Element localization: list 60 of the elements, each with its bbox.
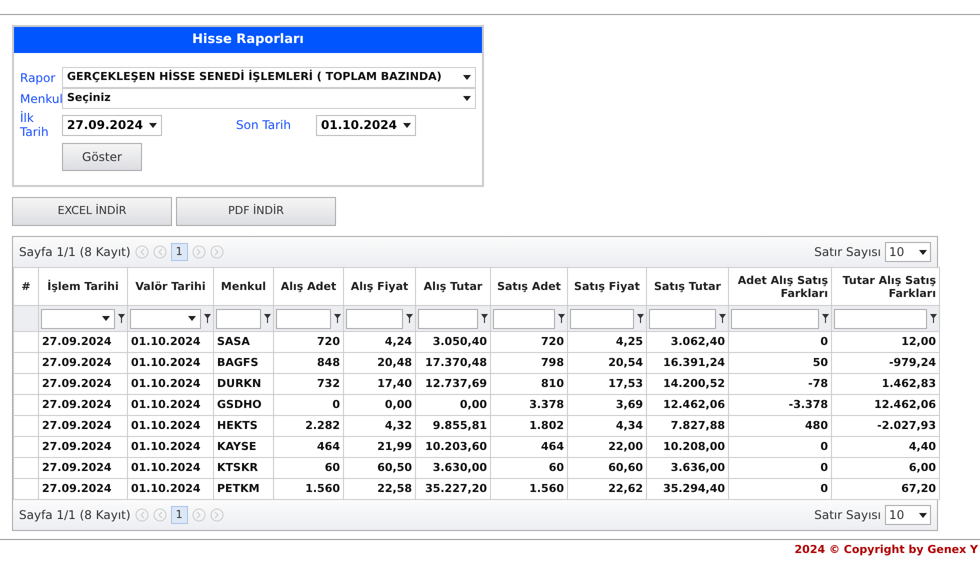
filter-field[interactable] — [130, 308, 201, 328]
filter-field[interactable] — [570, 308, 634, 328]
panel-title: Hisse Raporları — [14, 27, 482, 53]
last-page-icon[interactable] — [210, 508, 224, 522]
next-page-icon[interactable] — [192, 508, 206, 522]
filter-field[interactable] — [41, 308, 115, 328]
caret-icon — [463, 96, 471, 101]
last-page-icon[interactable] — [210, 245, 224, 259]
prev-page-icon[interactable] — [152, 508, 167, 522]
filter-icon[interactable] — [406, 314, 413, 323]
field-label: İlk Tarih — [20, 111, 50, 139]
caret-icon — [149, 122, 157, 128]
filter-field[interactable] — [418, 308, 478, 328]
rows-label: Satır Sayısı — [814, 244, 881, 261]
page-info: Sayfa 1/1 (8 Kayıt) — [19, 507, 131, 524]
date-field[interactable]: 01.10.2024 — [316, 114, 416, 136]
field-label: Menkul — [20, 90, 62, 108]
rows-dropdown[interactable]: 10 — [885, 505, 931, 525]
filter-icon[interactable] — [930, 314, 937, 323]
export-button[interactable]: EXCEL İNDİR — [12, 197, 172, 226]
page-info: Sayfa 1/1 (8 Kayıt) — [19, 244, 131, 261]
field-label: Son Tarih — [236, 117, 292, 134]
export-button[interactable]: PDF İNDİR — [176, 197, 336, 226]
filter-icon[interactable] — [822, 314, 829, 323]
first-page-icon[interactable] — [134, 508, 149, 522]
filter-icon[interactable] — [204, 314, 211, 323]
filter-field[interactable] — [493, 308, 555, 328]
page-button[interactable]: 1 — [170, 506, 188, 524]
first-page-icon[interactable] — [134, 245, 149, 259]
caret-icon — [919, 250, 927, 254]
column-header[interactable]: # — [14, 268, 38, 306]
show-button[interactable]: Göster — [62, 143, 142, 171]
filter-icon[interactable] — [334, 314, 341, 323]
prev-page-icon[interactable] — [152, 245, 167, 259]
caret-icon — [102, 316, 110, 321]
next-page-icon[interactable] — [192, 245, 206, 259]
select-field[interactable]: GERÇEKLEŞEN HİSSE SENEDİ İŞLEMLERİ ( TOPLAM BAZINDA) — [62, 67, 476, 88]
field-label: Rapor — [20, 70, 56, 86]
rows-dropdown[interactable]: 10 — [885, 242, 931, 262]
filter-field[interactable] — [216, 308, 261, 328]
filter-field[interactable] — [346, 308, 403, 328]
filter-icon[interactable] — [481, 314, 488, 323]
filter-field[interactable] — [276, 308, 331, 328]
date-field[interactable]: 27.09.2024 — [62, 114, 162, 136]
filter-field[interactable] — [834, 308, 927, 328]
filter-icon[interactable] — [719, 314, 726, 323]
filter-icon[interactable] — [558, 314, 565, 323]
filter-icon[interactable] — [118, 314, 125, 323]
filter-field[interactable] — [649, 308, 716, 328]
caret-icon — [188, 316, 196, 321]
filter-icon[interactable] — [637, 314, 644, 323]
filter-icon[interactable] — [264, 314, 271, 323]
select-field[interactable]: Seçiniz — [62, 88, 476, 109]
caret-icon — [919, 512, 927, 518]
caret-icon — [403, 122, 411, 128]
footer-copyright: 2024 © Copyright by Genex Y — [794, 543, 978, 557]
rows-label: Satır Sayısı — [814, 507, 881, 524]
page-button[interactable]: 1 — [170, 242, 188, 262]
filter-field[interactable] — [731, 308, 819, 328]
caret-icon — [463, 75, 471, 80]
